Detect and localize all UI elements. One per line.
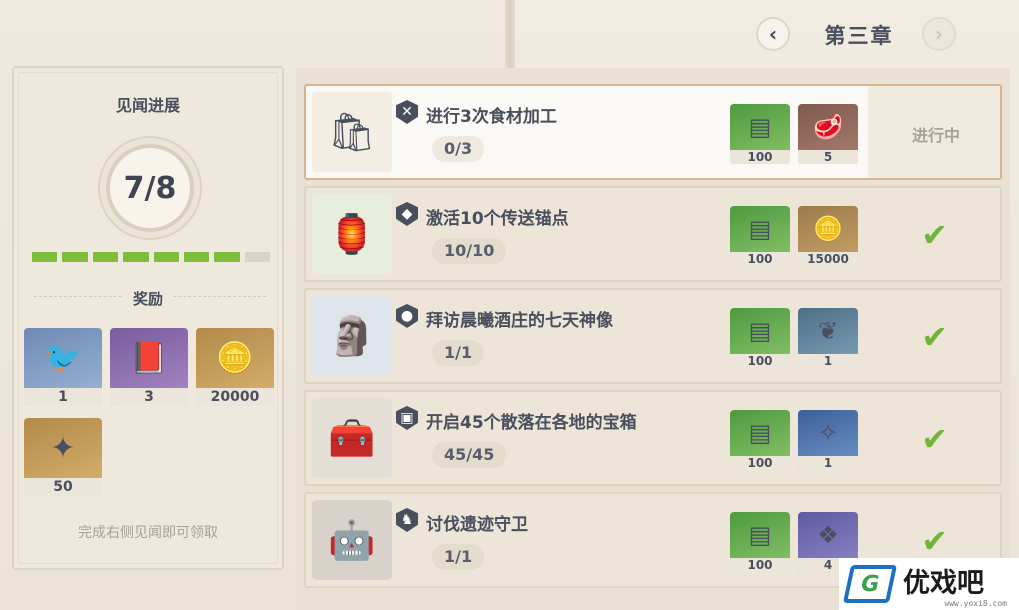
progress-panel: 见闻进展 7/8 奖励 🐦 1 📕 3 🪙 20000 ✦ 50 完成右侧见闻即… — [12, 66, 284, 570]
checkmark-icon: ✔ — [921, 522, 948, 560]
statue-icon: ● — [396, 304, 418, 328]
quest-reward[interactable]: ✧ 1 — [798, 410, 858, 470]
progress-segment-filled — [92, 252, 119, 262]
rewards-label: 奖励 — [122, 290, 173, 308]
chevron-left-icon: ‹ — [768, 22, 778, 46]
panel-title: 见闻进展 — [115, 96, 180, 115]
chevron-right-icon: › — [934, 22, 944, 46]
cooking-icon: ✕ — [396, 100, 418, 124]
quest-reward-count: 5 — [798, 150, 858, 164]
progress-segment-filled — [123, 252, 149, 262]
progress-segment-filled — [32, 252, 58, 262]
quest-progress: 1/1 — [432, 340, 485, 366]
reward-count: 1 — [24, 388, 102, 406]
progress-segment-empty — [244, 252, 270, 262]
reward-count: 50 — [24, 478, 102, 496]
quest-title: 激活10个传送锚点 — [426, 209, 569, 229]
quest-reward[interactable]: ▤ 100 — [730, 104, 790, 164]
watermark: G 优戏吧 www.yoxi8.com — [839, 558, 1019, 610]
mora-coin-icon: 🪙 — [216, 340, 254, 376]
raw-meat-icon: 🥩 — [813, 113, 843, 141]
quest-row[interactable]: 🧰 ▣ 开启45个散落在各地的宝箱 45/45 ▤ 100 ✧ 1 ✔ — [304, 390, 1002, 486]
quest-row[interactable]: 🏮 ◆ 激活10个传送锚点 10/10 ▤ 100 🪙 15000 ✔ — [304, 186, 1002, 282]
quest-reward[interactable]: ▤ 100 — [730, 512, 790, 572]
quest-title: 进行3次食材加工 — [426, 107, 557, 127]
adventure-exp-icon: ▤ — [748, 419, 772, 447]
progress-segment-filled — [153, 252, 179, 262]
quest-reward[interactable]: ▤ 100 — [730, 308, 790, 368]
reward-item[interactable]: 🪙 20000 — [196, 328, 274, 406]
quest-reward[interactable]: ▤ 100 — [730, 206, 790, 266]
quest-reward-count: 100 — [730, 456, 790, 470]
site-logo-icon: G — [842, 565, 898, 603]
blue-bird-icon: 🐦 — [44, 340, 82, 376]
progress-segment-filled — [214, 252, 240, 262]
quest-title: 拜访晨曦酒庄的七天神像 — [426, 311, 613, 331]
quest-title: 讨伐遗迹守卫 — [426, 515, 528, 535]
previous-chapter-button[interactable]: ‹ — [756, 17, 790, 51]
laurel-wreath-icon: ❦ — [817, 317, 839, 345]
quest-reward-count: 100 — [730, 150, 790, 164]
adventure-exp-icon: ▤ — [748, 521, 772, 549]
quest-progress: 45/45 — [432, 442, 507, 468]
quest-row-active[interactable]: 🛍 ✕ 进行3次食材加工 0/3 ▤ 100 🥩 5 进行中 — [304, 84, 1002, 180]
waypoint-icon: ◆ — [396, 202, 418, 226]
chapter-title: 第三章 — [824, 24, 894, 48]
reward-count: 3 — [110, 388, 188, 406]
progress-counter: 7/8 — [106, 144, 194, 232]
quest-reward[interactable]: 🪙 15000 — [798, 206, 858, 266]
checkmark-icon: ✔ — [921, 216, 948, 254]
quest-reward[interactable]: ▤ 100 — [730, 410, 790, 470]
purple-book-icon: 📕 — [130, 340, 168, 376]
reward-item[interactable]: 📕 3 — [110, 328, 188, 406]
quest-reward-count: 1 — [798, 456, 858, 470]
combat-icon: ♞ — [396, 508, 418, 532]
quest-reward[interactable]: 🥩 5 — [798, 104, 858, 164]
mora-coin-icon: 🪙 — [813, 215, 843, 243]
panel-hint: 完成右侧见闻即可领取 — [78, 525, 218, 541]
chest-icon: ▣ — [396, 406, 418, 430]
ruin-guard-icon: 🤖 — [312, 500, 392, 580]
adventure-exp-icon: ▤ — [748, 113, 772, 141]
adventure-exp-icon: ▤ — [748, 317, 772, 345]
teleport-waypoint-icon: 🏮 — [312, 194, 392, 274]
reward-count: 20000 — [196, 388, 274, 406]
crystal-shard-icon: ✧ — [817, 419, 839, 447]
flour-sack-icon: 🛍 — [312, 92, 392, 172]
statue-of-seven-icon: 🗿 — [312, 296, 392, 376]
quest-reward-count: 100 — [730, 252, 790, 266]
reward-item[interactable]: ✦ 50 — [24, 418, 102, 496]
quest-title: 开启45个散落在各地的宝箱 — [426, 413, 637, 433]
checkmark-icon: ✔ — [921, 318, 948, 356]
treasure-chest-icon: 🧰 — [312, 398, 392, 478]
adventure-exp-icon: ▤ — [748, 215, 772, 243]
quest-reward[interactable]: ❦ 1 — [798, 308, 858, 368]
quest-reward-count: 100 — [730, 354, 790, 368]
chapter-nav: ‹ 第三章 › — [752, 14, 962, 54]
progress-bar — [32, 252, 270, 262]
quest-progress: 1/1 — [432, 544, 485, 570]
watermark-text: 优戏吧 — [903, 568, 984, 599]
quest-status: 进行中 — [911, 126, 960, 145]
reward-item[interactable]: 🐦 1 — [24, 328, 102, 406]
next-chapter-button[interactable]: › — [922, 17, 956, 51]
quest-reward-count: 15000 — [798, 252, 858, 266]
quest-row[interactable]: 🗿 ● 拜访晨曦酒庄的七天神像 1/1 ▤ 100 ❦ 1 ✔ — [304, 288, 1002, 384]
quest-list: 🛍 ✕ 进行3次食材加工 0/3 ▤ 100 🥩 5 进行中 🏮 ◆ 激活10个… — [296, 68, 1010, 610]
progress-segment-filled — [183, 252, 210, 262]
watermark-url: www.yoxi8.com — [944, 599, 1007, 608]
progress-segment-filled — [62, 252, 88, 262]
quest-progress: 10/10 — [432, 238, 507, 264]
checkmark-icon: ✔ — [921, 420, 948, 458]
quest-reward-count: 1 — [798, 354, 858, 368]
rewards-heading: 奖励 — [14, 288, 282, 309]
primogem-icon: ✦ — [50, 430, 76, 466]
quest-reward-count: 100 — [730, 558, 790, 572]
quest-progress: 0/3 — [432, 136, 485, 162]
crystal-chunk-icon: ❖ — [817, 521, 839, 549]
